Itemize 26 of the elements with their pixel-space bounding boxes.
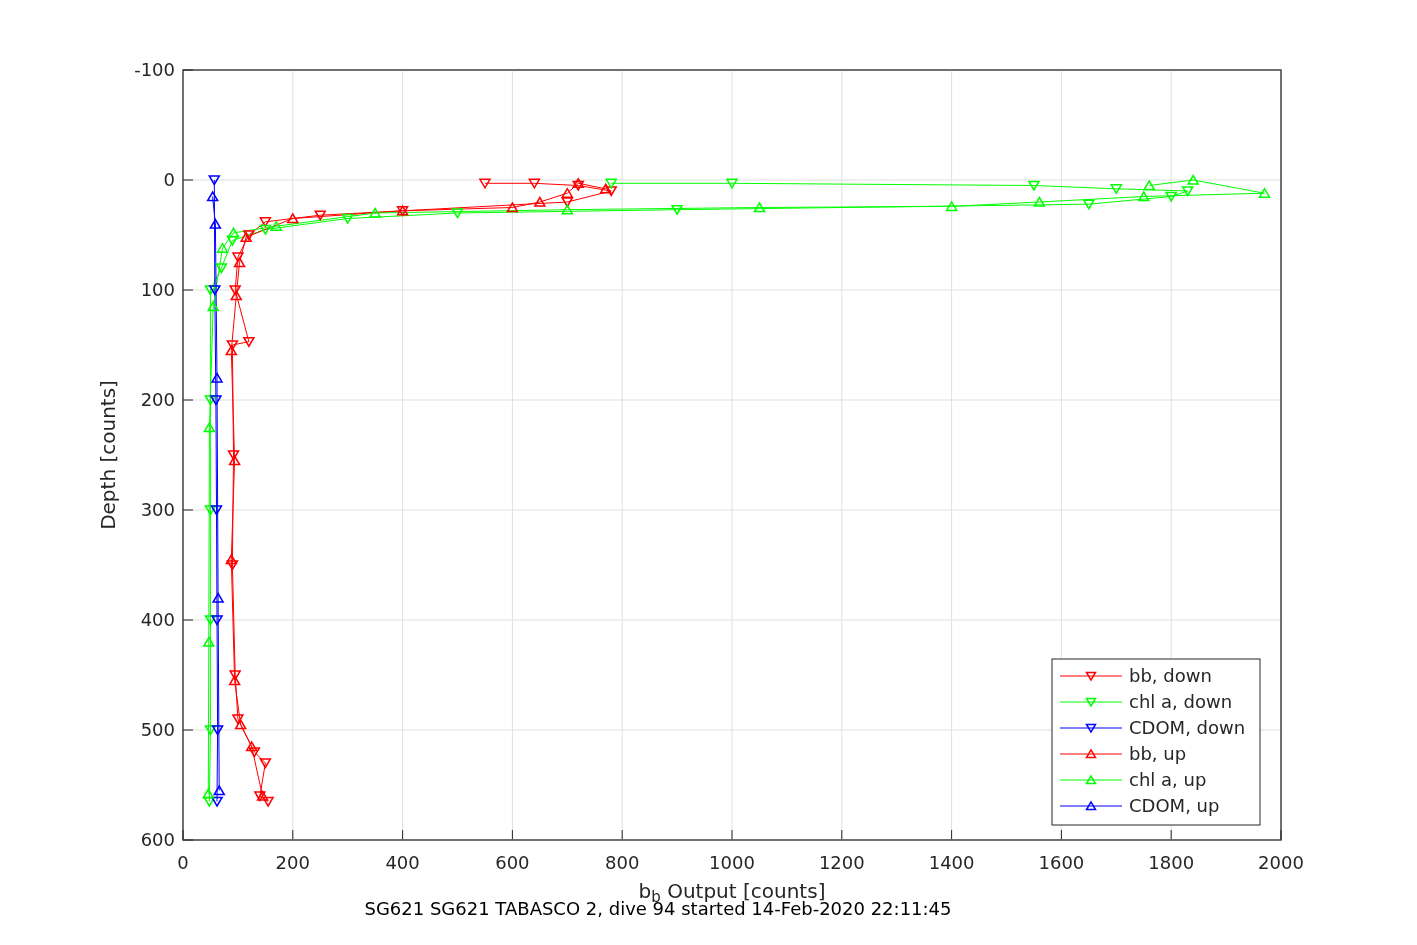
x-tick-label: 1200 <box>818 852 865 873</box>
x-tick-label: 600 <box>495 852 530 873</box>
legend-label: chl a, up <box>1129 769 1207 790</box>
y-tick-label: 200 <box>140 389 175 410</box>
x-tick-label: 1800 <box>1148 852 1195 873</box>
x-tick-label: 1000 <box>709 852 755 873</box>
legend-label: bb, up <box>1129 743 1187 764</box>
x-tick-label: 800 <box>605 852 640 873</box>
x-tick-label: 1600 <box>1038 852 1085 873</box>
x-tick-label: 400 <box>385 852 420 873</box>
x-tick-label: 0 <box>177 852 189 873</box>
y-tick-label: 400 <box>140 609 175 630</box>
x-tick-label: 200 <box>275 852 310 873</box>
y-axis-label: Depth [counts] <box>96 380 120 530</box>
y-tick-label: 300 <box>140 499 175 520</box>
x-tick-label: 2000 <box>1258 852 1304 873</box>
y-tick-label: 0 <box>163 169 175 190</box>
y-tick-label: -100 <box>134 59 175 80</box>
y-tick-label: 600 <box>140 829 175 850</box>
legend-label: CDOM, down <box>1129 717 1246 738</box>
legend-label: bb, down <box>1129 665 1212 686</box>
y-tick-label: 500 <box>140 719 175 740</box>
y-tick-label: 100 <box>140 279 175 300</box>
legend-label: CDOM, up <box>1129 795 1220 816</box>
x-tick-label: 1400 <box>928 852 975 873</box>
legend-label: chl a, down <box>1129 691 1233 712</box>
